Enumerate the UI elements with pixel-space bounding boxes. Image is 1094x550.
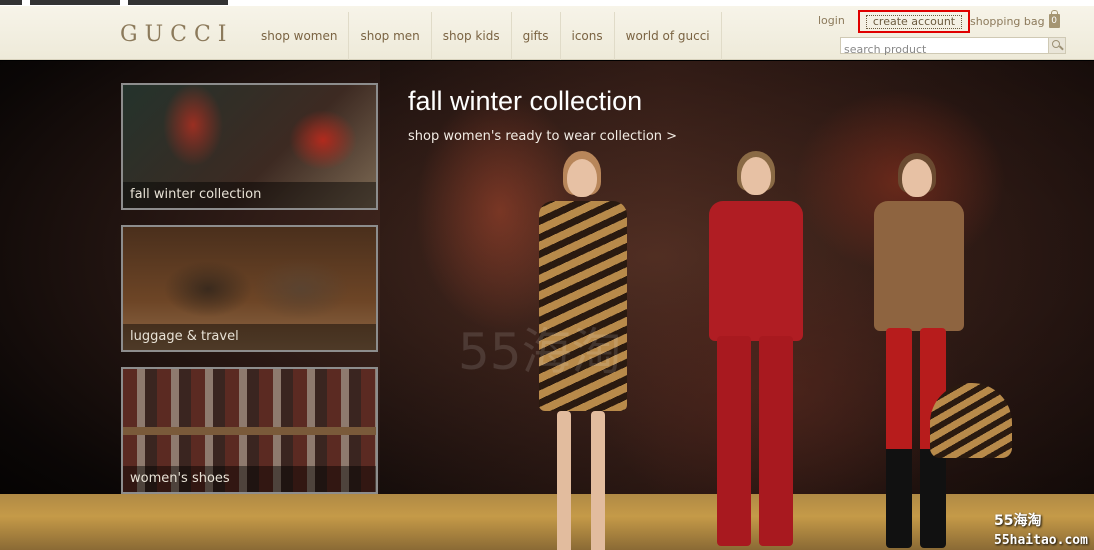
watermark-corner: 55海淘 55haitao.com [994,512,1088,550]
thumb-caption: women's shoes [123,466,376,492]
create-account-link[interactable]: create account [865,14,963,29]
hero-shop-link[interactable]: shop women's ready to wear collection > [408,129,677,144]
search-box [840,37,1066,57]
login-link[interactable]: login [818,14,845,27]
model-suede-jacket [868,153,1018,550]
nav-world-of-gucci[interactable]: world of gucci [613,12,722,60]
shopping-bag-link[interactable]: shopping bag 0 [970,10,1060,28]
shoe-shelf [123,427,376,435]
model-red-suit [703,151,808,550]
thumb-fall-winter-collection[interactable]: fall winter collection [121,83,378,210]
watermark-center: 55海淘 [458,323,622,381]
main-nav: shop women shop men shop kids gifts icon… [250,12,722,60]
create-account-highlight: create account [858,10,970,33]
nav-icons[interactable]: icons [559,12,614,60]
thumb-caption: luggage & travel [123,324,376,350]
gucci-logo[interactable]: GUCCI [120,22,233,47]
search-icon[interactable] [1048,38,1065,53]
nav-shop-kids[interactable]: shop kids [430,12,511,60]
site-header: GUCCI shop women shop men shop kids gift… [0,6,1094,60]
search-input[interactable] [841,42,1046,57]
hero-title: fall winter collection [408,86,643,116]
watermark-line1: 55海淘 [994,513,1042,529]
thumb-womens-shoes[interactable]: women's shoes [121,367,378,494]
watermark-line2: 55haitao.com [994,533,1088,548]
thumb-caption: fall winter collection [123,182,376,208]
nav-shop-women[interactable]: shop women [250,12,348,60]
shopping-bag-label: shopping bag [970,14,1045,28]
bag-icon: 0 [1048,10,1060,28]
nav-shop-men[interactable]: shop men [348,12,430,60]
nav-gifts[interactable]: gifts [510,12,560,60]
thumb-luggage-travel[interactable]: luggage & travel [121,225,378,352]
